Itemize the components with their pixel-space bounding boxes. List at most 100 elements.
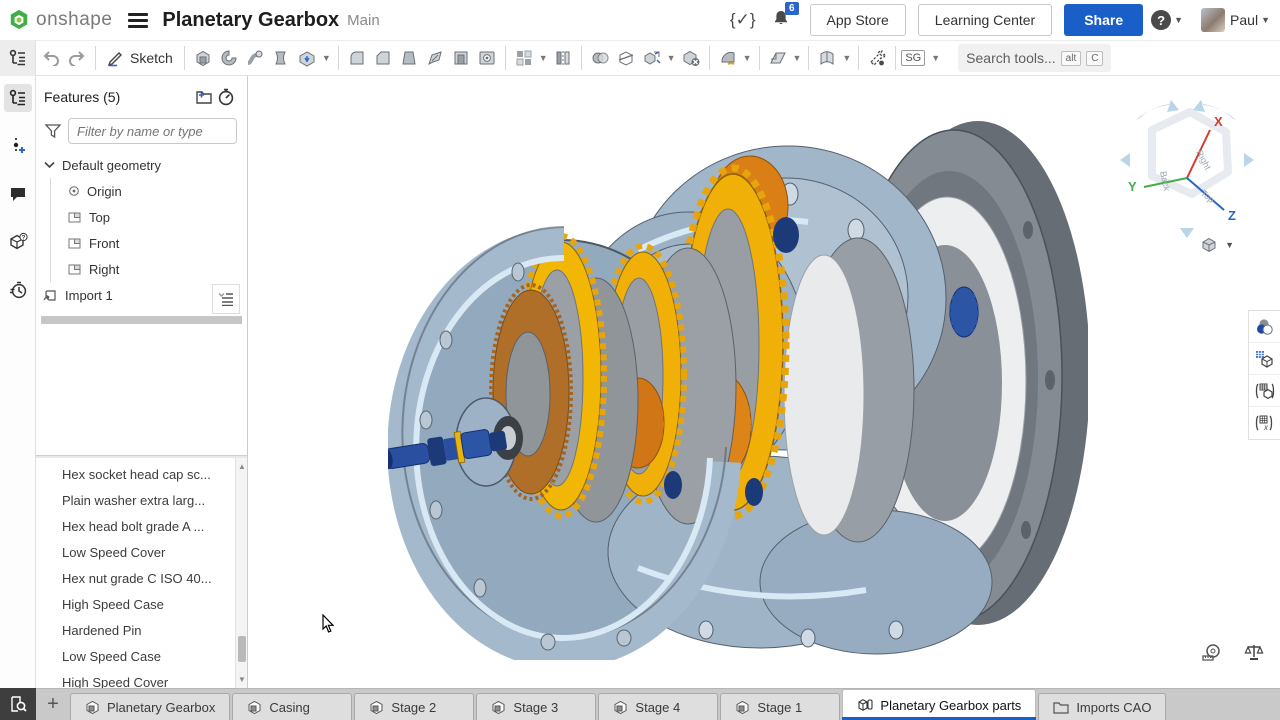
comments-panel-icon[interactable] bbox=[4, 180, 32, 208]
tab-planetary-gearbox-parts[interactable]: Planetary Gearbox parts bbox=[842, 689, 1036, 720]
tree-item-front-plane[interactable]: Front bbox=[36, 230, 247, 256]
plane-dropdown-caret-icon[interactable]: ▼ bbox=[793, 53, 802, 63]
history-panel-icon[interactable] bbox=[4, 276, 32, 304]
user-avatar[interactable] bbox=[1201, 8, 1225, 32]
undo-icon[interactable] bbox=[38, 45, 64, 71]
transform-dropdown-caret-icon[interactable]: ▼ bbox=[667, 53, 676, 63]
mass-properties-icon[interactable] bbox=[1242, 640, 1266, 664]
configurations-panel-button[interactable] bbox=[1249, 343, 1280, 375]
filter-input[interactable] bbox=[68, 118, 237, 144]
user-name[interactable]: Paul bbox=[1230, 12, 1258, 28]
draft-icon[interactable] bbox=[396, 45, 422, 71]
sheet-metal-badge[interactable]: SG bbox=[901, 50, 925, 66]
scrollbar-thumb[interactable] bbox=[238, 636, 246, 662]
tab-stage-4[interactable]: Stage 4 bbox=[598, 693, 718, 720]
main-menu-icon[interactable] bbox=[128, 10, 148, 31]
tree-item-top-plane[interactable]: Top bbox=[36, 204, 247, 230]
tab-imports-cao[interactable]: Imports CAO bbox=[1038, 693, 1166, 720]
rollback-bar[interactable] bbox=[41, 316, 242, 324]
follow-mode-icon[interactable]: ? bbox=[4, 228, 32, 256]
part-list-item[interactable]: High Speed Case bbox=[36, 592, 235, 618]
origin-icon bbox=[68, 185, 80, 197]
sweep-icon[interactable] bbox=[242, 45, 268, 71]
part-list-item[interactable]: Hex nut grade C ISO 40... bbox=[36, 566, 235, 592]
new-tab-button[interactable]: + bbox=[36, 688, 70, 720]
hole-icon[interactable] bbox=[474, 45, 500, 71]
add-folder-icon[interactable] bbox=[193, 86, 215, 108]
tab-stage-1[interactable]: Stage 1 bbox=[720, 693, 840, 720]
sketch-button[interactable]: Sketch bbox=[99, 49, 181, 67]
part-list-item[interactable]: Low Speed Case bbox=[36, 644, 235, 670]
variables-panel-button[interactable]: x bbox=[1249, 407, 1280, 439]
pattern-dropdown-caret-icon[interactable]: ▼ bbox=[539, 53, 548, 63]
tab-planetary-gearbox[interactable]: Planetary Gearbox bbox=[70, 693, 230, 720]
tab-stage-3[interactable]: Stage 3 bbox=[476, 693, 596, 720]
delete-part-icon[interactable] bbox=[678, 45, 704, 71]
revolve-icon[interactable] bbox=[216, 45, 242, 71]
shell-icon[interactable] bbox=[448, 45, 474, 71]
boss-dropdown-caret-icon[interactable]: ▼ bbox=[322, 53, 331, 63]
tools-icon[interactable] bbox=[864, 45, 890, 71]
configuration-table-panel-button[interactable] bbox=[1249, 375, 1280, 407]
linear-pattern-icon[interactable] bbox=[511, 45, 537, 71]
app-store-button[interactable]: App Store bbox=[810, 4, 906, 36]
share-button[interactable]: Share bbox=[1064, 4, 1143, 36]
tab-label: Stage 4 bbox=[635, 700, 680, 715]
tree-item-label: Front bbox=[89, 236, 119, 251]
loft-icon[interactable] bbox=[268, 45, 294, 71]
thicken-icon[interactable] bbox=[294, 45, 320, 71]
scroll-up-icon[interactable]: ▲ bbox=[236, 462, 248, 471]
tab-search-button[interactable] bbox=[0, 688, 36, 720]
workspace-name[interactable]: Main bbox=[347, 12, 380, 29]
model-viewport[interactable]: X Y Z Right Back Top ▼ bbox=[248, 76, 1280, 688]
feature-list-toolbar-toggle[interactable] bbox=[0, 41, 36, 76]
part-list-item[interactable]: Low Speed Cover bbox=[36, 540, 235, 566]
mirror-icon[interactable] bbox=[550, 45, 576, 71]
transform-icon[interactable] bbox=[639, 45, 665, 71]
versions-merge-icon[interactable]: {✓} bbox=[730, 10, 756, 30]
tree-item-default-geometry[interactable]: Default geometry bbox=[36, 152, 247, 178]
part-list-item[interactable]: High Speed Cover bbox=[36, 670, 235, 688]
feature-list-panel-icon[interactable] bbox=[4, 84, 32, 112]
tab-stage-2[interactable]: Stage 2 bbox=[354, 693, 474, 720]
part-list-item[interactable]: Hardened Pin bbox=[36, 618, 235, 644]
search-tools-field[interactable]: Search tools... alt C bbox=[958, 44, 1111, 72]
view-orientation-button[interactable]: ▼ bbox=[1200, 236, 1234, 254]
modify-dropdown-caret-icon[interactable]: ▼ bbox=[743, 53, 752, 63]
fillet-icon[interactable] bbox=[344, 45, 370, 71]
appearance-panel-button[interactable] bbox=[1249, 311, 1280, 343]
rib-icon[interactable] bbox=[422, 45, 448, 71]
split-icon[interactable] bbox=[613, 45, 639, 71]
view-cube[interactable]: X Y Z Right Back Top ▼ bbox=[1112, 90, 1262, 250]
plane-icon[interactable] bbox=[765, 45, 791, 71]
surface-icon[interactable] bbox=[814, 45, 840, 71]
part-list-item[interactable]: Hex socket head cap sc... bbox=[36, 462, 235, 488]
user-menu-caret-icon[interactable]: ▼ bbox=[1261, 15, 1270, 25]
onshape-logo[interactable]: onshape bbox=[8, 9, 112, 31]
part-list-item[interactable]: Plain washer extra larg... bbox=[36, 488, 235, 514]
tab-casing[interactable]: Casing bbox=[232, 693, 352, 720]
redo-icon[interactable] bbox=[64, 45, 90, 71]
modify-fillet-icon[interactable] bbox=[715, 45, 741, 71]
boolean-icon[interactable] bbox=[587, 45, 613, 71]
features-panel-handle[interactable] bbox=[212, 284, 240, 314]
surface-dropdown-caret-icon[interactable]: ▼ bbox=[842, 53, 851, 63]
help-menu[interactable]: ? ▼ bbox=[1151, 10, 1183, 30]
stopwatch-icon[interactable] bbox=[215, 86, 237, 108]
extrude-icon[interactable] bbox=[190, 45, 216, 71]
scroll-down-icon[interactable]: ▼ bbox=[236, 675, 248, 684]
tree-item-right-plane[interactable]: Right bbox=[36, 256, 247, 282]
parts-list-scrollbar[interactable]: ▲ ▼ bbox=[235, 458, 247, 688]
part-list-item[interactable]: Hex head bolt grade A ... bbox=[36, 514, 235, 540]
versions-panel-icon[interactable] bbox=[4, 132, 32, 160]
onshape-logo-icon bbox=[8, 9, 30, 31]
features-panel-title: Features (5) bbox=[44, 89, 193, 105]
sheet-metal-caret-icon[interactable]: ▼ bbox=[931, 53, 940, 63]
tree-item-origin[interactable]: Origin bbox=[36, 178, 247, 204]
axis-x-label: X bbox=[1214, 114, 1223, 129]
measure-icon[interactable] bbox=[1200, 640, 1224, 664]
gearbox-3d-model bbox=[388, 90, 1088, 660]
chamfer-icon[interactable] bbox=[370, 45, 396, 71]
notifications-bell-icon[interactable]: 6 bbox=[772, 9, 790, 32]
learning-center-button[interactable]: Learning Center bbox=[918, 4, 1052, 36]
